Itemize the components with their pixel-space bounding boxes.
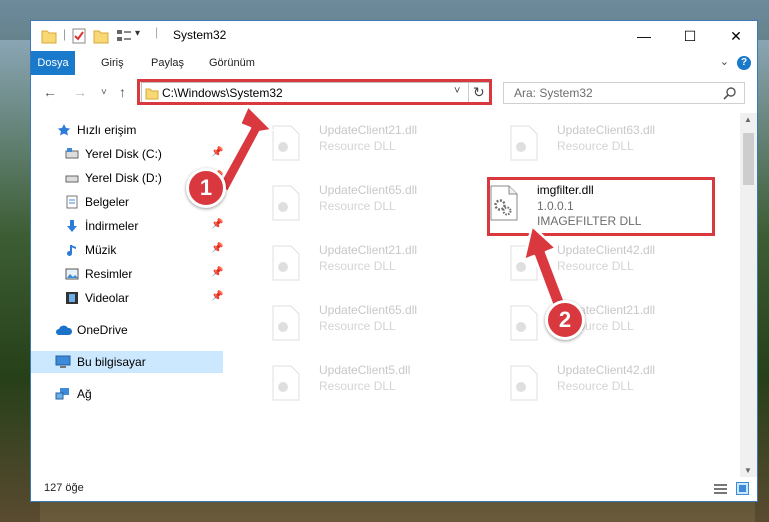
vertical-scrollbar[interactable]: ▲ ▼: [740, 113, 757, 477]
address-highlight-box: [137, 79, 492, 105]
sidebar-item-bu-bilgisayar[interactable]: Bu bilgisayar: [31, 351, 223, 373]
cloud-icon: [56, 325, 73, 335]
customize-toolbar-icon[interactable]: ▾: [135, 28, 140, 46]
star-icon: [58, 124, 70, 136]
sidebar-item-indirmeler[interactable]: İndirmeler 📌: [31, 215, 223, 237]
back-button[interactable]: ←: [43, 84, 57, 100]
folder-icon: [41, 30, 57, 44]
step-1-badge: 1: [186, 168, 226, 208]
ribbon-tabs: Dosya Giriş Paylaş Görünüm ⌄ ?: [31, 51, 757, 76]
file-list: UpdateClient21.dll Resource DLL UpdateCl…: [231, 113, 741, 477]
large-icons-view-icon[interactable]: [736, 482, 749, 495]
scroll-down-icon[interactable]: ▼: [744, 466, 752, 475]
step-2-badge: 2: [545, 300, 585, 340]
documents-icon: [66, 195, 78, 209]
file-tile[interactable]: UpdateClient21.dll Resource DLL: [251, 237, 471, 291]
tab-dosya[interactable]: Dosya: [31, 51, 75, 75]
separator: |: [155, 25, 159, 39]
status-bar: 127 öğe: [31, 477, 757, 501]
pin-icon[interactable]: 📌: [211, 291, 223, 302]
pin-icon[interactable]: 📌: [211, 267, 223, 278]
window-title: System32: [173, 28, 227, 42]
scrollbar-thumb[interactable]: [743, 133, 754, 185]
item-count: 127 öğe: [44, 482, 84, 494]
music-icon: [67, 245, 76, 256]
separator: |: [63, 27, 67, 41]
sidebar-item-local-disk-c[interactable]: Yerel Disk (C:) 📌: [31, 143, 223, 165]
minimize-button[interactable]: —: [621, 21, 667, 51]
new-folder-icon[interactable]: [93, 27, 109, 45]
sidebar-item-resimler[interactable]: Resimler 📌: [31, 263, 223, 285]
sidebar-item-muzik[interactable]: Müzik 📌: [31, 239, 223, 261]
search-box[interactable]: Ara: System32: [503, 82, 745, 104]
drive-icon: [65, 148, 79, 159]
properties-icon[interactable]: [71, 27, 87, 45]
network-icon: [55, 388, 69, 400]
download-icon: [67, 220, 77, 232]
file-tile[interactable]: UpdateClient21.dll Resource DLL: [251, 117, 471, 171]
pin-icon[interactable]: 📌: [211, 219, 223, 230]
file-tile[interactable]: UpdateClient63.dll Resource DLL: [489, 117, 709, 171]
maximize-button[interactable]: ☐: [667, 21, 713, 51]
video-icon: [66, 292, 78, 304]
view-options-icon[interactable]: [115, 27, 133, 45]
computer-icon: [55, 355, 71, 368]
file-tile[interactable]: UpdateClient5.dll Resource DLL: [251, 357, 471, 411]
scroll-up-icon[interactable]: ▲: [744, 115, 752, 124]
search-input[interactable]: Ara: System32: [514, 86, 593, 100]
dll-file-icon: [272, 305, 300, 341]
expand-ribbon-icon[interactable]: ⌄: [720, 55, 729, 68]
tab-gorunum[interactable]: Görünüm: [201, 51, 263, 75]
forward-button[interactable]: →: [73, 84, 87, 100]
tab-giris[interactable]: Giriş: [93, 51, 132, 75]
details-view-icon[interactable]: [714, 483, 727, 495]
dll-file-icon: [272, 245, 300, 281]
pictures-icon: [65, 268, 79, 280]
recent-locations-button[interactable]: ˅: [101, 87, 107, 98]
drive-icon: [65, 175, 79, 183]
tab-paylas[interactable]: Paylaş: [143, 51, 192, 75]
up-button[interactable]: ↑: [119, 84, 126, 100]
search-icon[interactable]: [723, 87, 736, 100]
dll-file-icon: [272, 365, 300, 401]
sidebar-item-quick-access[interactable]: Hızlı erişim: [31, 119, 223, 141]
sidebar-item-ag[interactable]: Ağ: [31, 383, 223, 405]
dll-file-icon: [510, 125, 538, 161]
sidebar-item-onedrive[interactable]: OneDrive: [31, 319, 223, 341]
close-button[interactable]: ✕: [713, 21, 759, 51]
file-tile[interactable]: UpdateClient65.dll Resource DLL: [251, 297, 471, 351]
title-bar: | ▾ | System32 — ☐ ✕: [31, 21, 757, 51]
file-tile[interactable]: UpdateClient42.dll Resource DLL: [489, 357, 709, 411]
dll-file-icon: [510, 365, 538, 401]
file-tile[interactable]: UpdateClient65.dll Resource DLL: [251, 177, 471, 231]
help-icon[interactable]: ?: [737, 56, 751, 70]
navigation-pane: Hızlı erişim Yerel Disk (C:) 📌 Yerel Dis…: [31, 113, 227, 477]
pin-icon[interactable]: 📌: [211, 243, 223, 254]
sidebar-item-videolar[interactable]: Videolar 📌: [31, 287, 223, 309]
